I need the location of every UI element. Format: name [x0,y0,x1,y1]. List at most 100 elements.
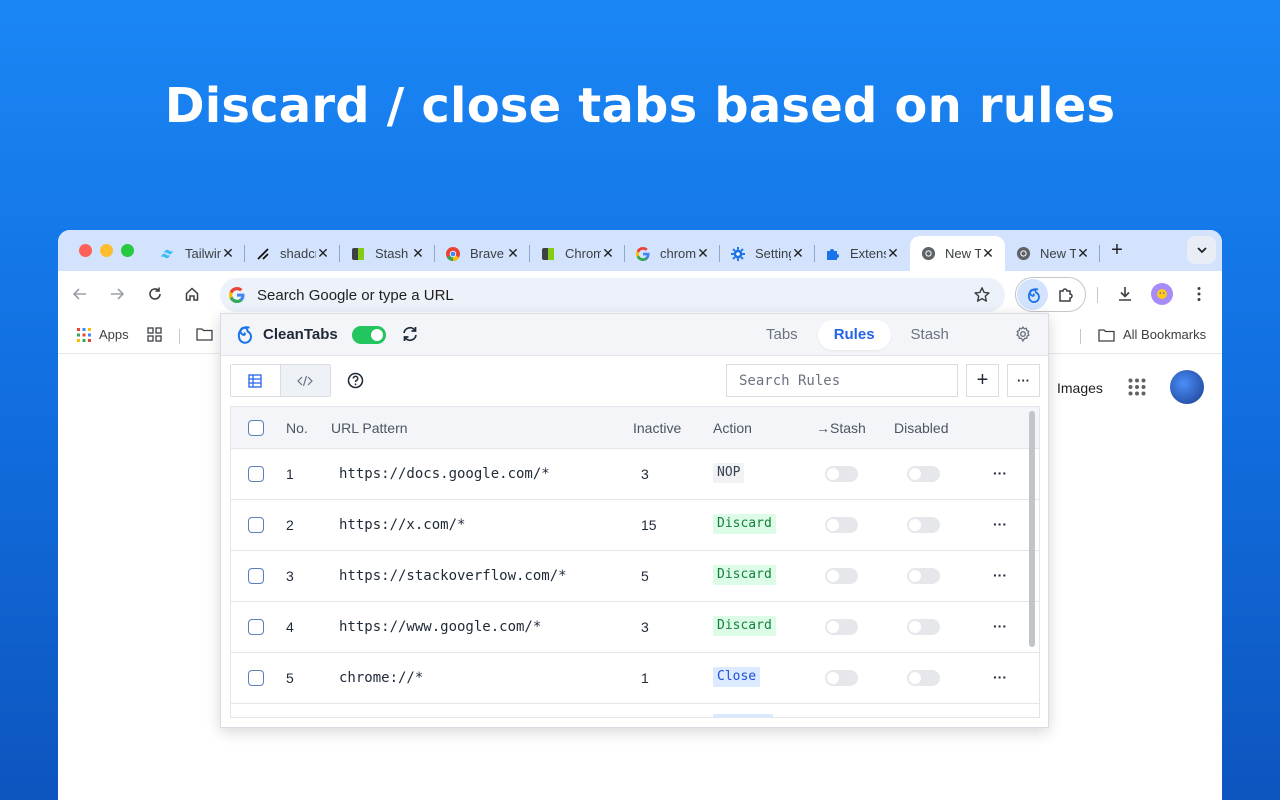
tab-close-icon[interactable]: ✕ [601,245,615,262]
toolbar-divider [1097,287,1098,303]
disabled-toggle[interactable] [907,517,940,533]
select-all-checkbox[interactable] [248,420,264,436]
table-scrollbar[interactable] [1029,411,1035,647]
browser-tab[interactable]: New Tab✕ [1005,236,1100,271]
search-rules-input[interactable] [726,364,958,397]
stash-toggle[interactable] [825,517,858,533]
tab-close-icon[interactable]: ✕ [506,245,520,262]
forward-button[interactable] [106,283,128,305]
reload-button[interactable] [144,283,166,305]
table-header: No. URL Pattern Inactive Action →Stash D… [231,407,1039,449]
view-toggle [230,364,331,397]
enable-toggle[interactable] [352,326,386,344]
row-checkbox[interactable] [248,670,264,686]
disabled-toggle[interactable] [907,568,940,584]
kebab-menu-icon [1197,287,1201,301]
disabled-toggle[interactable] [907,466,940,482]
bookmark-star-icon[interactable] [973,286,991,304]
help-button[interactable] [347,372,364,394]
browser-tab[interactable]: shadcn✕ [245,236,340,271]
bookmark-tab-groups[interactable] [147,327,162,342]
nav-tab-stash[interactable]: Stash [900,320,960,350]
browser-tab[interactable]: Tailwind✕ [150,236,245,271]
downloads-button[interactable] [1114,283,1136,305]
row-checkbox[interactable] [248,466,264,482]
tab-close-icon[interactable]: ✕ [221,245,235,262]
nav-tab-tabs[interactable]: Tabs [755,320,809,350]
minimize-window-button[interactable] [100,244,113,257]
all-bookmarks-button[interactable]: All Bookmarks [1098,327,1206,342]
stash-toggle[interactable] [825,619,858,635]
row-menu-button[interactable]: ··· [993,567,1007,583]
row-checkbox[interactable] [248,568,264,584]
extensions-menu-button[interactable] [1057,286,1075,304]
browser-menu-button[interactable] [1188,283,1210,305]
browser-tab[interactable]: chrome✕ [625,236,720,271]
browser-tab[interactable]: Chrome✕ [530,236,625,271]
rule-action-badge: Close [713,667,761,687]
back-button[interactable] [69,283,91,305]
nav-tab-rules[interactable]: Rules [817,320,891,350]
tab-close-icon[interactable]: ✕ [316,245,330,262]
column-action: Action [713,420,752,436]
more-options-button[interactable]: ··· [1007,364,1040,397]
google-apps-button[interactable] [1128,378,1146,401]
tab-title: Chrome [565,246,601,261]
cleantabs-extension-button[interactable] [1017,279,1048,310]
new-tab-button[interactable]: + [1108,239,1126,262]
tab-close-icon[interactable]: ✕ [886,245,900,262]
disabled-toggle[interactable] [907,670,940,686]
apps-dots-icon [1128,378,1146,396]
refresh-button[interactable] [401,325,419,348]
images-link[interactable]: Images [1057,380,1103,396]
tab-close-icon[interactable]: ✕ [411,245,425,262]
bookmark-apps[interactable]: Apps [77,327,129,342]
home-button[interactable] [181,283,203,305]
browser-tab[interactable]: New Tab✕ [910,236,1005,271]
table-row: 3 https://stackoverflow.com/* 5 Discard … [231,551,1039,602]
row-checkbox[interactable] [248,619,264,635]
disabled-toggle[interactable] [907,619,940,635]
tab-close-icon[interactable]: ✕ [981,245,995,262]
row-menu-button[interactable]: ··· [993,669,1007,685]
stash-icon [350,246,366,262]
browser-tab[interactable]: Brave ✕ [435,236,530,271]
browser-tab[interactable]: Stash ✕ [340,236,435,271]
popup-controls: + ··· [221,356,1048,406]
row-menu-button[interactable]: ··· [993,618,1007,634]
stash-toggle[interactable] [825,670,858,686]
tab-groups-icon [147,327,162,342]
tab-close-icon[interactable]: ✕ [1076,245,1090,262]
row-menu-button[interactable]: ··· [993,516,1007,532]
settings-button[interactable] [1015,326,1031,347]
add-rule-button[interactable]: + [966,364,999,397]
google-account-avatar[interactable] [1170,370,1204,404]
download-icon [1119,287,1131,301]
rule-inactive: 3 [641,466,649,482]
tab-title: Stash [375,246,409,261]
table-view-button[interactable] [231,365,281,396]
profile-avatar[interactable] [1151,283,1173,305]
avatar-face-icon [1157,289,1167,299]
rule-action-badge: Discard [713,514,776,534]
rule-url-pattern: https://stackoverflow.com/* [339,568,567,584]
tab-close-icon[interactable]: ✕ [696,245,710,262]
maximize-window-button[interactable] [121,244,134,257]
tab-title: Extensions [850,246,886,261]
close-window-button[interactable] [79,244,92,257]
browser-tab[interactable]: Extensions✕ [815,236,910,271]
table-row: 5 chrome://* 1 Close ··· [231,653,1039,704]
row-menu-button[interactable]: ··· [993,465,1007,481]
browser-tab[interactable]: Settings✕ [720,236,815,271]
tab-close-icon[interactable]: ✕ [791,245,805,262]
tab-search-button[interactable] [1187,236,1216,264]
code-view-button[interactable] [280,365,330,396]
tab-title: Settings [755,246,791,261]
omnibox[interactable]: Search Google or type a URL [220,278,1005,312]
stash-toggle[interactable] [825,568,858,584]
bookmark-folder[interactable] [196,327,213,341]
stash-toggle[interactable] [825,466,858,482]
row-checkbox[interactable] [248,517,264,533]
rule-number: 4 [286,619,294,635]
popup-header: CleanTabs Tabs Rules Stash [221,314,1048,356]
